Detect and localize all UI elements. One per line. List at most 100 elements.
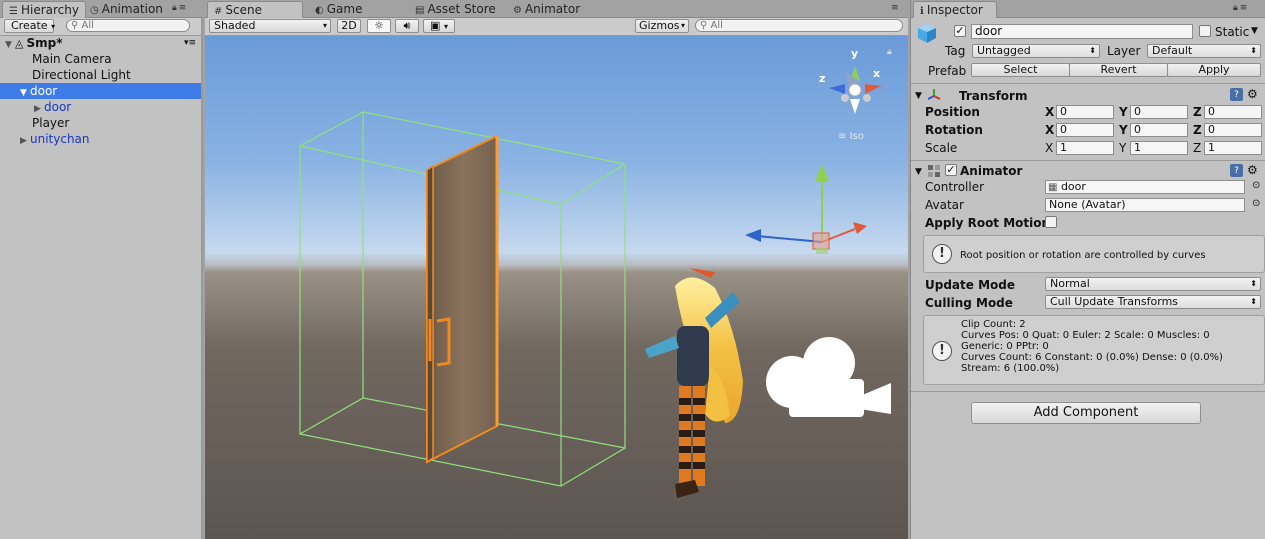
position-y-label[interactable]: Y <box>1119 105 1128 119</box>
scale-y-label[interactable]: Y <box>1119 141 1126 155</box>
prefab-select-label: Select <box>1003 63 1038 76</box>
tab-inspector[interactable]: ℹ Inspector <box>913 1 997 18</box>
dropdown-arrow-icon: ⬍ <box>1250 297 1257 306</box>
position-x-label[interactable]: X <box>1045 105 1054 119</box>
layer-value: Default <box>1152 44 1193 57</box>
prefab-select-button[interactable]: Select <box>971 63 1070 77</box>
scale-z-label[interactable]: Z <box>1193 141 1201 155</box>
tab-scene[interactable]: # Scene <box>207 1 303 18</box>
avatar-label: Avatar <box>925 198 964 212</box>
hierarchy-item-door[interactable]: ▼ door <box>0 83 201 99</box>
audio-toggle-button[interactable]: 🔊︎ <box>395 19 419 33</box>
object-picker-icon[interactable]: ⊙ <box>1252 197 1260 211</box>
tab-hierarchy[interactable]: ☰ Hierarchy <box>2 1 86 18</box>
static-checkbox[interactable] <box>1199 25 1211 37</box>
animator-component-icon <box>927 164 940 177</box>
hierarchy-item-player[interactable]: Player <box>0 115 201 131</box>
static-dropdown-icon[interactable]: ▼ <box>1251 24 1258 38</box>
settings-gear-icon[interactable]: ⚙ <box>1247 87 1258 101</box>
transform-foldout-arrow-icon[interactable]: ▼ <box>915 89 922 103</box>
add-component-button[interactable]: Add Component <box>971 402 1201 424</box>
tab-hierarchy-label: Hierarchy <box>20 3 79 17</box>
layer-label: Layer <box>1107 44 1141 58</box>
dropdown-arrow-icon: ▾ <box>680 21 685 30</box>
scale-y-field[interactable]: 1 <box>1130 141 1188 155</box>
create-button[interactable]: Create ▾ <box>4 19 55 33</box>
apply-root-motion-checkbox[interactable] <box>1045 216 1057 228</box>
panel-menu-icon[interactable]: 🔒︎≡ <box>1233 3 1249 13</box>
rotation-z-label[interactable]: Z <box>1193 123 1202 137</box>
hierarchy-toolbar: Create ▾ ⚲ All <box>0 18 201 36</box>
tab-asset-store[interactable]: ▤ Asset Store <box>409 1 502 18</box>
rotation-label: Rotation <box>925 123 983 137</box>
tab-animation[interactable]: ◷ Animation <box>84 1 169 18</box>
tag-dropdown[interactable]: Untagged ⬍ <box>972 44 1100 58</box>
hierarchy-item-door-child[interactable]: ▶ door <box>0 99 201 115</box>
door-model[interactable] <box>426 134 499 464</box>
effects-dropdown[interactable]: ▣ ▾ <box>423 19 455 33</box>
shading-mode-dropdown[interactable]: Shaded ▾ <box>209 19 331 33</box>
culling-mode-dropdown[interactable]: Cull Update Transforms ⬍ <box>1045 295 1261 309</box>
position-y-field[interactable]: 0 <box>1130 105 1188 119</box>
scale-z-field[interactable]: 1 <box>1204 141 1262 155</box>
scale-x-label[interactable]: X <box>1045 141 1053 155</box>
move-gizmo[interactable] <box>745 164 867 254</box>
tab-animator[interactable]: ⚙ Animator <box>507 1 586 18</box>
hierarchy-search-input[interactable]: ⚲ All <box>66 19 190 32</box>
toggle-2d-button[interactable]: 2D <box>337 19 361 33</box>
rotation-y-label[interactable]: Y <box>1119 123 1128 137</box>
gameobject-cube-icon <box>916 22 938 44</box>
scene-menu-icon[interactable]: ▾≡ <box>184 35 196 51</box>
position-z-label[interactable]: Z <box>1193 105 1202 119</box>
scene-panel: # Scene ◐ Game ▤ Asset Store ⚙ Animator ≡ Sh… <box>205 0 908 539</box>
prefab-apply-button[interactable]: Apply <box>1167 63 1261 77</box>
hierarchy-item-main-camera[interactable]: Main Camera <box>0 51 201 67</box>
scene-viewport[interactable]: y x z ≡ Iso 🔒︎ <box>205 36 908 539</box>
gameobject-active-checkbox[interactable]: ✓ <box>954 25 966 37</box>
scene-search-input[interactable]: ⚲ All <box>695 19 903 32</box>
hierarchy-item-unitychan[interactable]: ▶ unitychan <box>0 131 201 147</box>
inspector-panel: ℹ Inspector 🔒︎≡ ✓ door Static ▼ Tag Untag… <box>910 0 1265 539</box>
gizmos-label: Gizmos <box>639 19 680 32</box>
scene-name: Smp* <box>26 36 63 50</box>
unitychan-character[interactable] <box>645 268 743 498</box>
panel-menu-icon[interactable]: 🔒︎≡ <box>172 3 188 13</box>
controller-field[interactable]: ▦ door <box>1045 180 1245 194</box>
animator-enabled-checkbox[interactable]: ✓ <box>945 164 957 176</box>
rotation-z-field[interactable]: 0 <box>1204 123 1262 137</box>
gizmos-dropdown[interactable]: Gizmos ▾ <box>635 19 689 33</box>
avatar-field[interactable]: None (Avatar) <box>1045 198 1245 212</box>
hierarchy-item-directional-light[interactable]: Directional Light <box>0 67 201 83</box>
search-icon: ⚲ <box>71 20 79 31</box>
lighting-toggle-button[interactable]: ☼ <box>367 19 391 33</box>
position-z-field[interactable]: 0 <box>1204 105 1262 119</box>
layer-dropdown[interactable]: Default ⬍ <box>1147 44 1261 58</box>
scale-x-field[interactable]: 1 <box>1056 141 1114 155</box>
prefab-revert-button[interactable]: Revert <box>1069 63 1168 77</box>
update-mode-dropdown[interactable]: Normal ⬍ <box>1045 277 1261 291</box>
gameobject-name-field[interactable]: door <box>971 24 1193 39</box>
rotation-x-label[interactable]: X <box>1045 123 1054 137</box>
static-label: Static <box>1215 25 1250 39</box>
rotation-y-field[interactable]: 0 <box>1130 123 1188 137</box>
panel-menu-icon[interactable]: ≡ <box>891 3 901 13</box>
help-book-icon[interactable]: ? <box>1230 164 1243 177</box>
camera-gizmo-icon[interactable] <box>766 337 891 417</box>
position-x-field[interactable]: 0 <box>1056 105 1114 119</box>
tab-game[interactable]: ◐ Game <box>309 1 368 18</box>
animator-foldout-arrow-icon[interactable]: ▼ <box>915 165 922 179</box>
image-icon: ▣ <box>430 19 441 32</box>
projection-mode-label[interactable]: ≡ Iso <box>838 131 864 142</box>
scene-tabbar: # Scene ◐ Game ▤ Asset Store ⚙ Animator ≡ <box>205 0 908 18</box>
settings-gear-icon[interactable]: ⚙ <box>1247 163 1258 177</box>
create-button-label: Create <box>11 19 48 32</box>
rotation-x-field[interactable]: 0 <box>1056 123 1114 137</box>
scene-root-row[interactable]: ▼ ◬ Smp* ▾≡ <box>0 35 201 51</box>
sun-icon: ☼ <box>374 19 384 32</box>
help-book-icon[interactable]: ? <box>1230 88 1243 101</box>
tab-scene-label: Scene <box>225 3 262 17</box>
scene-canvas[interactable]: y x z ≡ Iso 🔒︎ <box>205 36 908 539</box>
object-picker-icon[interactable]: ⊙ <box>1252 179 1260 193</box>
collapsed-arrow-icon[interactable]: ▶ <box>20 133 30 149</box>
lock-icon[interactable]: 🔒︎ <box>887 47 892 57</box>
